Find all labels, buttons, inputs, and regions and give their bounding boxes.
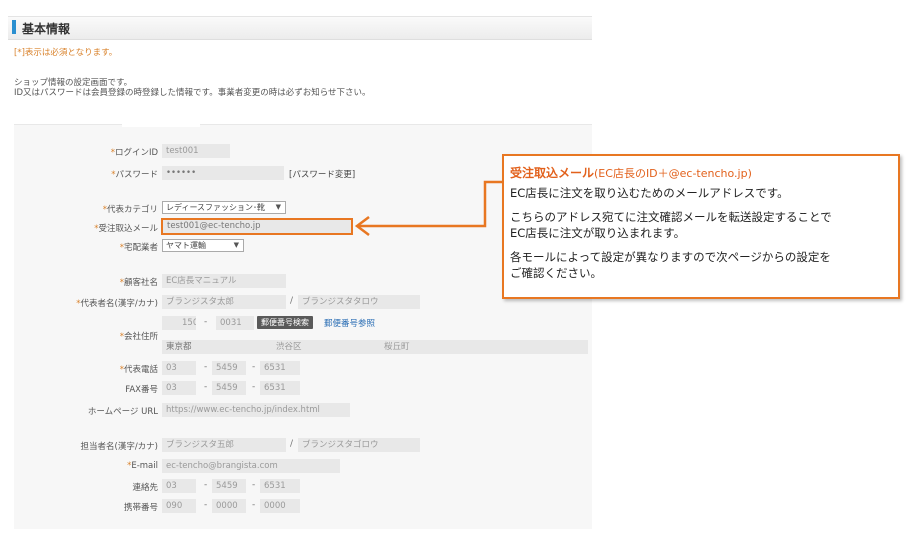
callout-line-5: ご確認ください。 <box>510 266 602 280</box>
panel-tab-gap <box>122 121 200 127</box>
zip-search-button[interactable]: 郵便番号検索 <box>257 316 313 329</box>
callout-line-1: EC店長に注文を取り込むためのメールアドレスです。 <box>510 186 789 200</box>
required-note: [*]表示は必須となります。 <box>14 48 118 58</box>
pointer-arrow-icon <box>354 180 503 236</box>
company-field[interactable]: EC店長マニュアル <box>162 274 286 288</box>
email-label: *E-mail <box>127 461 158 471</box>
contact-1-field[interactable]: 03 <box>162 479 196 493</box>
zip2-field[interactable]: 0031 <box>216 316 254 330</box>
password-label: *パスワード <box>111 170 158 180</box>
category-select[interactable]: レディースファッション･靴 ▼ <box>162 201 286 214</box>
password-field[interactable]: •••••• <box>162 166 284 180</box>
phone-2-field[interactable]: 5459 <box>212 361 246 375</box>
mobile-label: 携帯番号 <box>123 503 158 513</box>
zip-reference-link[interactable]: 郵便番号参照 <box>324 317 375 329</box>
mobile-dash-2: - <box>252 500 256 510</box>
rep-name-label: *代表者名(漢字/カナ) <box>76 299 158 309</box>
callout-title: 受注取込メール(EC店長のID＋@ec-tencho.jp) <box>510 166 752 180</box>
callout-line-3: EC店長に注文が取り込まれます。 <box>510 226 686 240</box>
address-label: *会社住所 <box>119 332 158 342</box>
section-title: 基本情報 <box>22 22 71 36</box>
staff-name-kanji-field[interactable]: ブランジスタ五郎 <box>162 438 286 452</box>
order-mail-label: *受注取込メール <box>94 224 158 234</box>
callout-subtitle: (EC店長のID＋@ec-tencho.jp) <box>594 167 752 180</box>
phone-dash-2: - <box>252 362 256 372</box>
fax-dash-1: - <box>204 382 208 392</box>
contact-dash-2: - <box>252 480 256 490</box>
phone-3-field[interactable]: 6531 <box>260 361 300 375</box>
rep-name-kanji-field[interactable]: ブランジスタ太郎 <box>162 295 286 309</box>
email-field[interactable]: ec-tencho@brangista.com <box>162 459 340 473</box>
carrier-select[interactable]: ヤマト運輸 ▼ <box>162 239 244 252</box>
fax-3-field[interactable]: 6531 <box>260 381 300 395</box>
homepage-field[interactable]: https://www.ec-tencho.jp/index.html <box>162 403 350 417</box>
info-line-1: ショップ情報の設定画面です。 <box>14 78 133 88</box>
category-label: *代表カテゴリ <box>102 205 158 215</box>
homepage-label: ホームページ URL <box>87 407 158 417</box>
zip1-field[interactable]: 150 <box>162 316 196 330</box>
fax-dash-2: - <box>252 382 256 392</box>
chevron-down-icon: ▼ <box>275 203 281 211</box>
section-header <box>8 16 592 40</box>
login-id-field[interactable]: test001 <box>162 144 230 158</box>
highlight-box <box>161 218 353 235</box>
password-change-link[interactable]: [パスワード変更] <box>289 168 355 180</box>
contact-3-field[interactable]: 6531 <box>260 479 300 493</box>
staff-name-label: 担当者名(漢字/カナ) <box>80 442 159 452</box>
section-header-bar <box>12 20 16 34</box>
mobile-3-field[interactable]: 0000 <box>260 499 300 513</box>
staff-name-separator: / <box>290 439 294 449</box>
phone-1-field[interactable]: 03 <box>162 361 196 375</box>
city-field[interactable]: 渋谷区 <box>272 340 378 354</box>
town-field[interactable]: 桜丘町 <box>380 340 580 354</box>
rep-name-kana-field[interactable]: ブランジスタタロウ <box>298 295 420 309</box>
mobile-dash-1: - <box>204 500 208 510</box>
contact-2-field[interactable]: 5459 <box>212 479 246 493</box>
rep-name-separator: / <box>290 296 294 306</box>
phone-label: *代表電話 <box>119 365 158 375</box>
carrier-label: *宅配業者 <box>119 243 158 253</box>
phone-dash-1: - <box>204 362 208 372</box>
company-label: *顧客社名 <box>119 278 158 288</box>
login-id-label: *ログインID <box>110 148 158 158</box>
staff-name-kana-field[interactable]: ブランジスタゴロウ <box>298 438 420 452</box>
chevron-down-icon: ▼ <box>233 241 239 249</box>
mobile-1-field[interactable]: 090 <box>162 499 196 513</box>
zip-dash: - <box>204 317 208 327</box>
fax-1-field[interactable]: 03 <box>162 381 196 395</box>
info-line-2: ID又はパスワードは会員登録の時登録した情報です。事業者変更の時は必ずお知らせ下… <box>14 88 371 98</box>
callout-line-2: こちらのアドレス宛てに注文確認メールを転送設定することで <box>510 210 832 224</box>
fax-2-field[interactable]: 5459 <box>212 381 246 395</box>
contact-label: 連絡先 <box>132 483 158 493</box>
mobile-2-field[interactable]: 0000 <box>212 499 246 513</box>
prefecture-field[interactable]: 東京都 <box>162 340 272 354</box>
fax-label: FAX番号 <box>125 385 158 395</box>
contact-dash-1: - <box>204 480 208 490</box>
callout-line-4: 各モールによって設定が異なりますので次ページからの設定を <box>510 250 831 264</box>
